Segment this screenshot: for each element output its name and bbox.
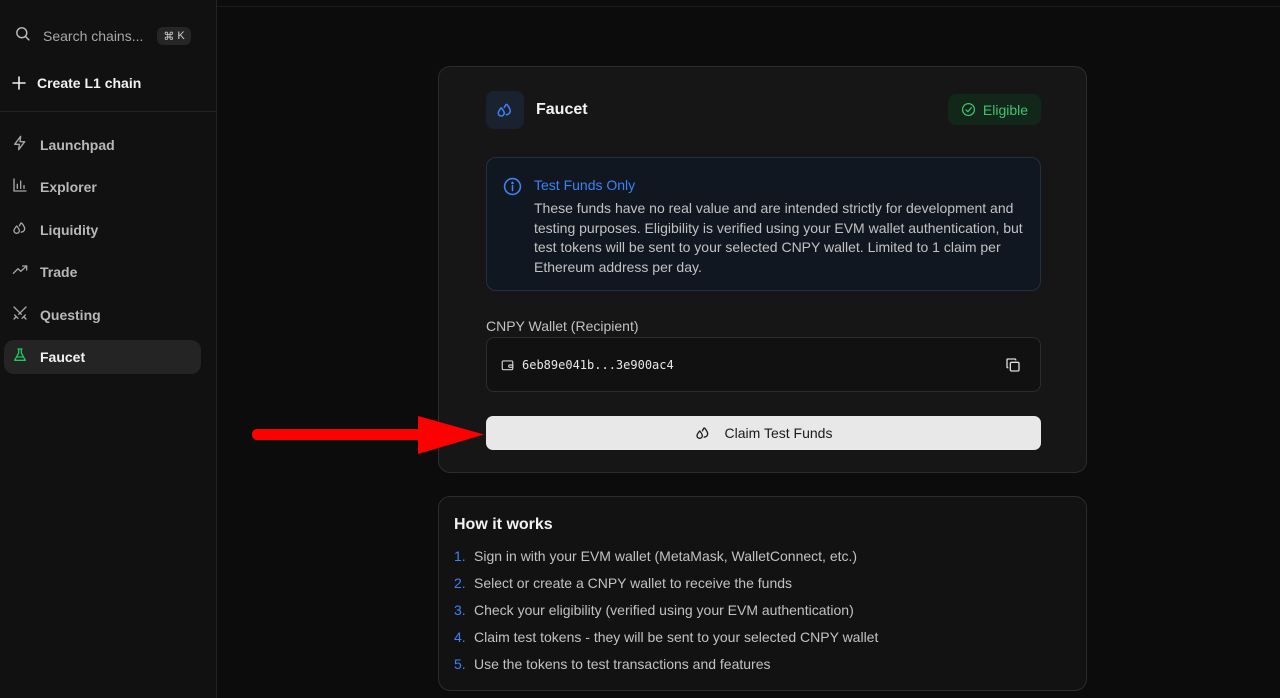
wallet-icon [501,360,514,371]
faucet-icon-container [486,91,524,129]
sidebar-item-label: Liquidity [40,222,99,238]
faucet-title: Faucet [536,101,588,118]
step-text: Sign in with your EVM wallet (MetaMask, … [474,548,858,564]
step-text: Select or create a CNPY wallet to receiv… [474,575,793,591]
step-number: 1. [454,548,466,564]
sidebar-item-label: Explorer [40,179,97,195]
sidebar-item-faucet[interactable]: Faucet [4,340,201,374]
search-chains[interactable]: Search chains... ⌘ K [14,24,194,48]
trending-up-icon [12,262,28,283]
step-number: 2. [454,575,466,591]
eligible-status-badge: Eligible [948,94,1041,125]
notice-title: Test Funds Only [534,177,636,193]
recipient-wallet-field: 6eb89e041b...3e900ac4 [486,337,1041,392]
wallet-address: 6eb89e041b...3e900ac4 [522,358,674,372]
flask-icon [12,347,28,368]
claim-button-label: Claim Test Funds [724,425,833,441]
step-number: 3. [454,602,466,618]
faucet-card: Faucet Eligible Test Funds Only These fu… [438,66,1087,473]
sidebar-item-launchpad[interactable]: Launchpad [4,128,201,162]
list-item: 2. Select or create a CNPY wallet to rece… [454,575,878,602]
plus-icon [12,76,26,90]
list-item: 5. Use the tokens to test transactions an… [454,656,878,683]
swords-icon [12,305,28,326]
sidebar-item-trade[interactable]: Trade [4,255,201,289]
shortcut-key: K [177,30,185,42]
how-it-works-title: How it works [454,516,553,533]
sidebar-item-questing[interactable]: Questing [4,298,201,332]
sidebar-item-label: Faucet [40,349,86,365]
test-funds-notice: Test Funds Only These funds have no real… [486,157,1041,291]
step-text: Use the tokens to test transactions and … [474,656,771,672]
sidebar-item-liquidity[interactable]: Liquidity [4,213,201,247]
command-key-symbol: ⌘ [163,30,175,43]
search-icon [14,25,31,47]
list-item: 1. Sign in with your EVM wallet (MetaMask… [454,548,878,575]
droplets-icon [497,103,511,117]
lightning-icon [12,135,28,156]
wallet-field-label: CNPY Wallet (Recipient) [486,318,639,334]
create-l1-chain-label: Create L1 chain [37,75,142,91]
check-circle-icon [961,102,975,117]
notice-text: These funds have no real value and are i… [534,200,1023,275]
copy-icon[interactable] [1005,357,1021,373]
how-it-works-card: How it works 1. Sign in with your EVM wal… [438,496,1087,691]
step-number: 5. [454,656,466,672]
step-text: Claim test tokens - they will be sent to… [474,629,879,645]
list-item: 4. Claim test tokens - they will be sent … [454,629,878,656]
sidebar-divider [0,111,216,112]
create-l1-chain-button[interactable]: Create L1 chain [12,71,141,95]
bar-chart-icon [12,177,28,198]
sidebar-item-label: Questing [40,307,101,323]
droplets-icon [695,427,708,439]
info-icon [503,177,522,196]
eligible-label: Eligible [982,101,1029,118]
droplets-icon [12,220,28,241]
annotation-arrow-icon [252,416,484,454]
sidebar-item-label: Launchpad [40,137,115,153]
sidebar: Search chains... ⌘ K Create L1 chain Lau… [0,0,217,698]
search-placeholder: Search chains... [43,28,144,44]
top-border [217,6,1280,7]
step-text: Check your eligibility (verified using y… [474,602,854,618]
sidebar-item-label: Trade [40,264,78,280]
keyboard-shortcut-badge: ⌘ K [157,27,191,45]
step-number: 4. [454,629,466,645]
list-item: 3. Check your eligibility (verified using… [454,602,878,629]
steps-list: 1. Sign in with your EVM wallet (MetaMask… [454,548,878,683]
sidebar-item-explorer[interactable]: Explorer [4,170,201,204]
claim-test-funds-button[interactable]: Claim Test Funds [486,416,1041,450]
